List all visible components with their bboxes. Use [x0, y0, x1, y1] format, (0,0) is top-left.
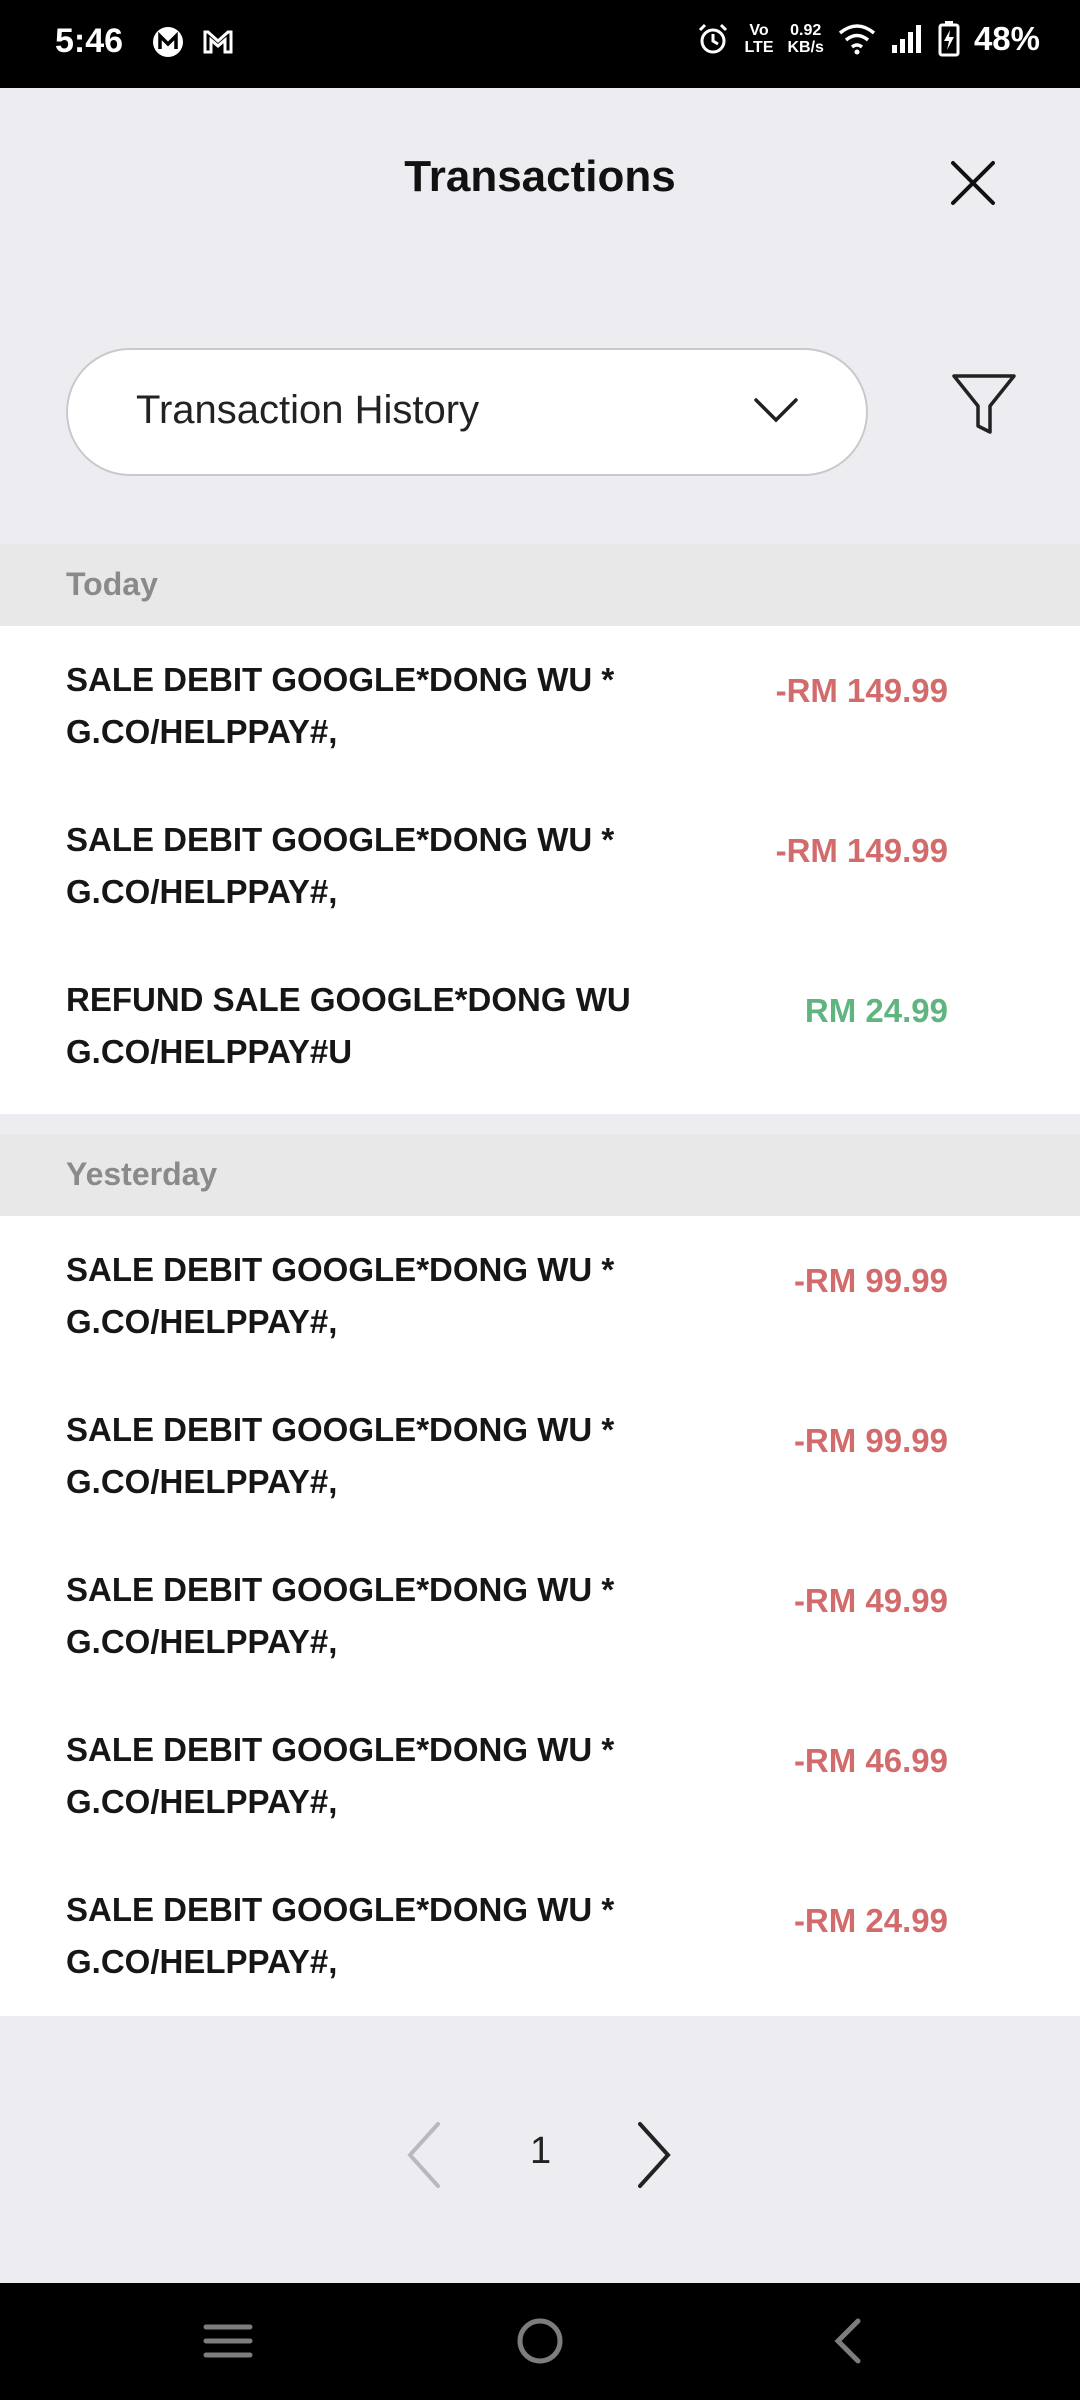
- next-page-button[interactable]: [630, 2120, 678, 2190]
- back-icon: [834, 2318, 861, 2364]
- transaction-description: SALE DEBIT GOOGLE*DONG WU * G.CO/HELPPAY…: [66, 821, 615, 910]
- section-label-today: Today: [66, 566, 158, 602]
- volte-bottom: LTE: [744, 39, 774, 56]
- net-speed-unit: KB/s: [787, 39, 824, 56]
- page-title: Transactions: [404, 152, 676, 201]
- transaction-description: SALE DEBIT GOOGLE*DONG WU * G.CO/HELPPAY…: [66, 1411, 615, 1500]
- transaction-description: REFUND SALE GOOGLE*DONG WU G.CO/HELPPAY#…: [66, 981, 631, 1070]
- wifi-icon: [838, 24, 876, 55]
- net-speed-value: 0.92: [790, 22, 822, 39]
- transaction-type-dropdown[interactable]: Transaction History: [66, 348, 868, 476]
- section-label-yesterday: Yesterday: [66, 1156, 218, 1192]
- status-time: 5:46: [55, 22, 124, 60]
- alarm-icon: [699, 23, 728, 54]
- transaction-amount: -RM 99.99: [793, 1262, 948, 1299]
- battery-charging-icon: [938, 21, 960, 57]
- transaction-row[interactable]: SALE DEBIT GOOGLE*DONG WU * G.CO/HELPPAY…: [0, 786, 1080, 946]
- transaction-row[interactable]: SALE DEBIT GOOGLE*DONG WU * G.CO/HELPPAY…: [0, 1696, 1080, 1856]
- transaction-row[interactable]: SALE DEBIT GOOGLE*DONG WU * G.CO/HELPPAY…: [0, 626, 1080, 786]
- transaction-amount: -RM 49.99: [793, 1582, 948, 1619]
- transaction-amount: -RM 149.99: [775, 672, 948, 709]
- transaction-amount: RM 24.99: [804, 992, 948, 1029]
- dropdown-label: Transaction History: [136, 388, 480, 432]
- yesterday-transaction-list: SALE DEBIT GOOGLE*DONG WU * G.CO/HELPPAY…: [0, 1216, 1080, 2016]
- back-button[interactable]: [820, 2311, 880, 2371]
- transaction-description: SALE DEBIT GOOGLE*DONG WU * G.CO/HELPPAY…: [66, 1731, 615, 1820]
- transaction-description: SALE DEBIT GOOGLE*DONG WU * G.CO/HELPPAY…: [66, 661, 615, 750]
- transaction-amount: -RM 46.99: [793, 1742, 948, 1779]
- transaction-description: SALE DEBIT GOOGLE*DONG WU * G.CO/HELPPAY…: [66, 1571, 615, 1660]
- chevron-down-icon: [754, 398, 798, 423]
- recent-apps-button[interactable]: [198, 2311, 258, 2371]
- volte-top: Vo: [749, 22, 769, 39]
- transaction-row[interactable]: REFUND SALE GOOGLE*DONG WU G.CO/HELPPAY#…: [0, 946, 1080, 1114]
- system-navigation-bar: [0, 2283, 1080, 2400]
- recent-apps-icon: [203, 2324, 253, 2358]
- system-icons: Vo LTE 0.92 KB/s 48%: [696, 20, 1040, 58]
- current-page-number: 1: [530, 2130, 552, 2172]
- transaction-amount: -RM 149.99: [775, 832, 948, 869]
- filter-button[interactable]: [948, 368, 1020, 440]
- battery-percent: 48%: [973, 20, 1040, 57]
- gmail-icon: [203, 30, 233, 54]
- net-speed: 0.92 KB/s: [787, 22, 823, 56]
- signal-icon: [891, 25, 921, 53]
- transaction-description: SALE DEBIT GOOGLE*DONG WU * G.CO/HELPPAY…: [66, 1251, 615, 1340]
- transaction-row[interactable]: SALE DEBIT GOOGLE*DONG WU * G.CO/HELPPAY…: [0, 1856, 1080, 2016]
- filter-icon: [952, 374, 1016, 434]
- close-button[interactable]: [945, 155, 1001, 211]
- m-app-icon: [153, 27, 183, 57]
- previous-page-button[interactable]: [400, 2120, 448, 2190]
- transaction-amount: -RM 24.99: [793, 1902, 948, 1939]
- transaction-row[interactable]: SALE DEBIT GOOGLE*DONG WU * G.CO/HELPPAY…: [0, 1376, 1080, 1536]
- chevron-left-icon: [407, 2122, 440, 2188]
- transaction-row[interactable]: SALE DEBIT GOOGLE*DONG WU * G.CO/HELPPAY…: [0, 1536, 1080, 1696]
- home-icon: [517, 2318, 563, 2364]
- chevron-right-icon: [638, 2122, 671, 2188]
- section-header-today: Today: [0, 544, 1080, 626]
- status-bar: 5:46 Vo LTE 0.92 KB/s 48%: [0, 0, 1080, 88]
- notification-icons: [150, 24, 236, 60]
- transaction-row[interactable]: SALE DEBIT GOOGLE*DONG WU * G.CO/HELPPAY…: [0, 1216, 1080, 1376]
- section-header-yesterday: Yesterday: [0, 1134, 1080, 1216]
- home-button[interactable]: [510, 2311, 570, 2371]
- today-transaction-list: SALE DEBIT GOOGLE*DONG WU * G.CO/HELPPAY…: [0, 626, 1080, 1114]
- close-icon: [951, 161, 995, 205]
- volte-icon: Vo LTE: [744, 22, 773, 56]
- transaction-description: SALE DEBIT GOOGLE*DONG WU * G.CO/HELPPAY…: [66, 1891, 615, 1980]
- transaction-amount: -RM 99.99: [793, 1422, 948, 1459]
